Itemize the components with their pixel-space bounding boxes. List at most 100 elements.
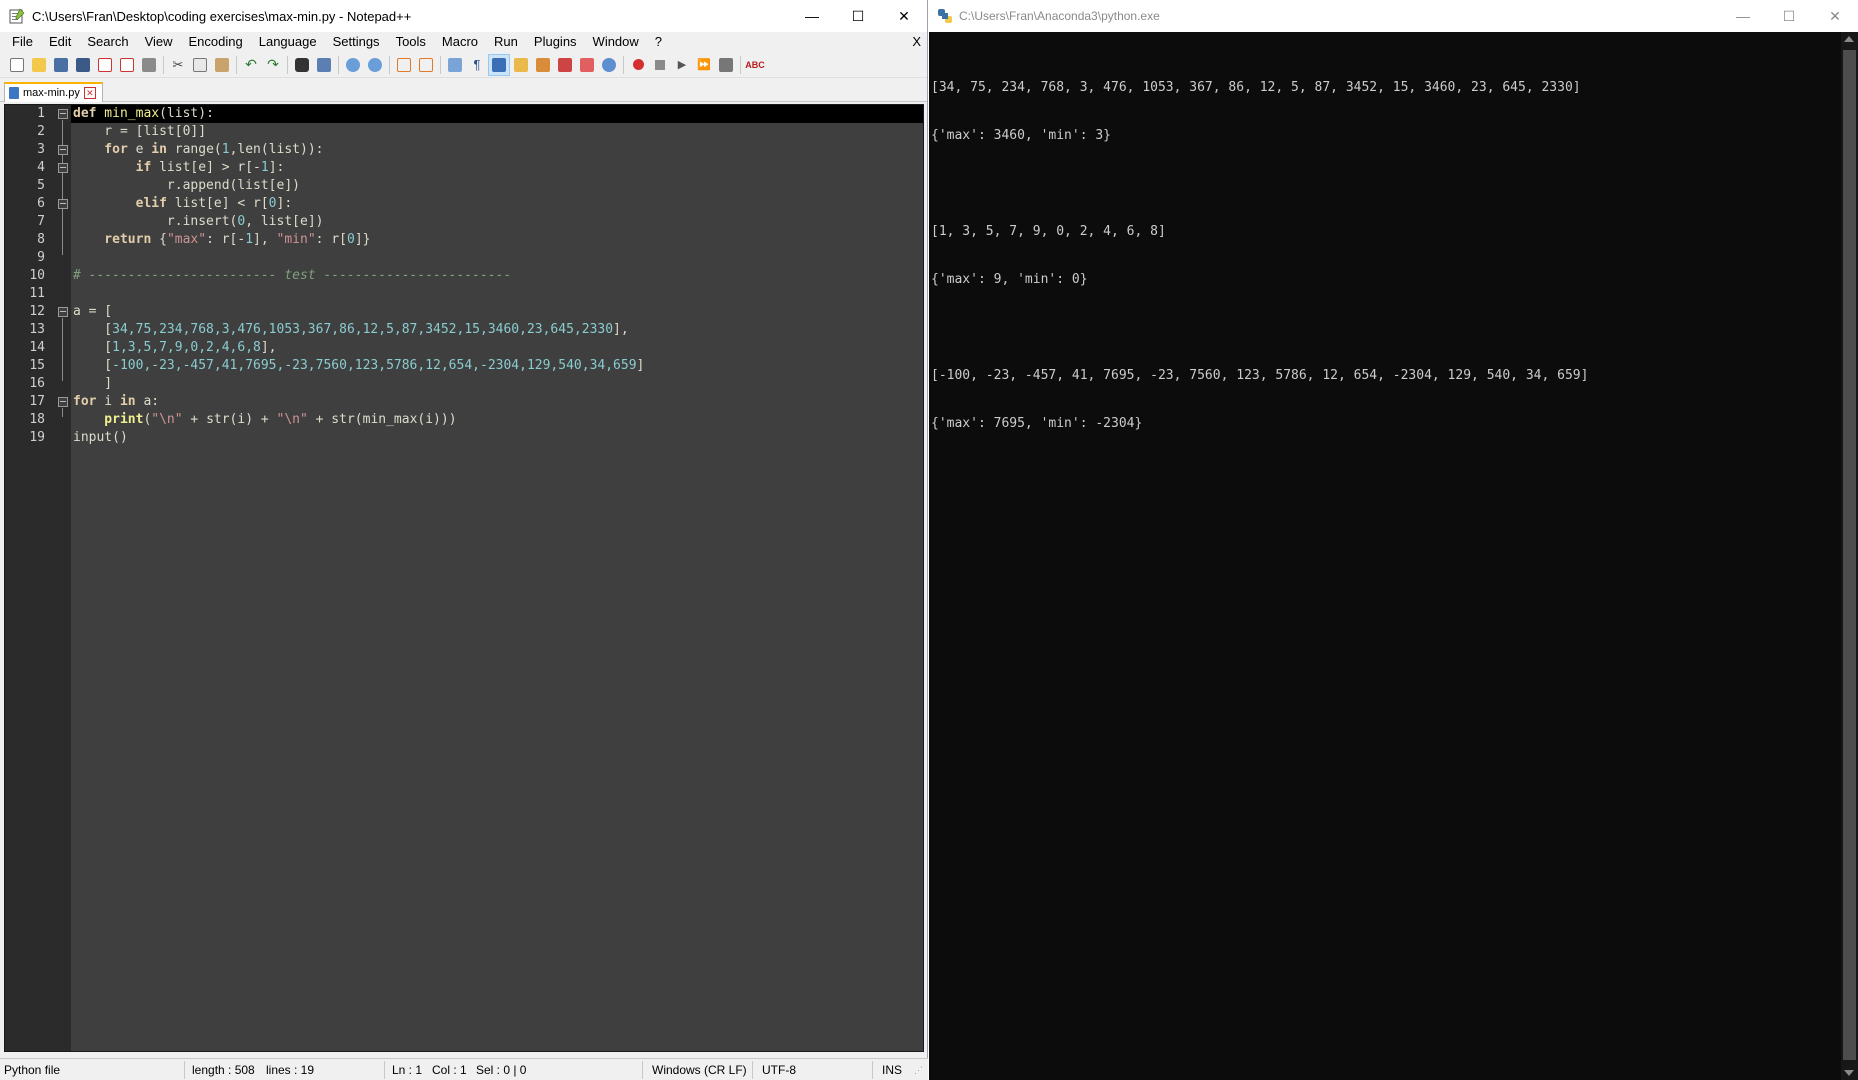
find-icon[interactable] — [291, 54, 313, 76]
file-icon — [9, 87, 19, 99]
menu-run[interactable]: Run — [486, 32, 526, 52]
zoom-out-icon[interactable] — [364, 54, 386, 76]
notepad-title-bar[interactable]: C:\Users\Fran\Desktop\coding exercises\m… — [0, 0, 927, 32]
close-all-icon[interactable] — [116, 54, 138, 76]
code-line: [34,75,234,768,3,476,1053,367,86,12,5,87… — [73, 322, 629, 337]
save-icon[interactable] — [50, 54, 72, 76]
code-line: r = [list[0]] — [73, 124, 207, 139]
console-title: C:\Users\Fran\Anaconda3\python.exe — [959, 9, 1160, 23]
resize-grip-icon[interactable]: ⋰ — [914, 1065, 923, 1076]
redo-icon[interactable]: ↷ — [262, 54, 284, 76]
menu-help[interactable]: ? — [647, 32, 670, 52]
document-map-icon[interactable] — [532, 54, 554, 76]
console-minimize-button[interactable]: — — [1720, 0, 1766, 32]
menu-search[interactable]: Search — [79, 32, 136, 52]
sync-horizontal-icon[interactable] — [415, 54, 437, 76]
menu-macro[interactable]: Macro — [434, 32, 486, 52]
menu-view[interactable]: View — [137, 32, 181, 52]
new-file-icon[interactable] — [6, 54, 28, 76]
undo-icon[interactable]: ↶ — [240, 54, 262, 76]
menu-file[interactable]: File — [4, 32, 41, 52]
line-number: 7 — [37, 214, 45, 229]
code-line: for i in a: — [73, 394, 160, 409]
line-number: 1 — [37, 106, 45, 121]
notepad-app-icon — [8, 7, 26, 25]
open-file-icon[interactable] — [28, 54, 50, 76]
fold-toggle-icon[interactable] — [58, 145, 68, 155]
console-line: [34, 75, 234, 768, 3, 476, 1053, 367, 86… — [931, 80, 1581, 95]
line-number: 10 — [29, 268, 45, 283]
status-insert-mode[interactable]: INS — [882, 1063, 902, 1077]
console-scrollbar[interactable] — [1841, 32, 1858, 1080]
fold-toggle-icon[interactable] — [58, 307, 68, 317]
menu-window[interactable]: Window — [585, 32, 647, 52]
cut-icon[interactable]: ✂ — [167, 54, 189, 76]
fold-toggle-icon[interactable] — [58, 199, 68, 209]
line-number: 18 — [29, 412, 45, 427]
scroll-up-icon[interactable] — [1844, 36, 1854, 42]
replace-icon[interactable] — [313, 54, 335, 76]
close-file-icon[interactable] — [94, 54, 116, 76]
indent-guide-icon[interactable] — [488, 53, 510, 76]
function-list-icon[interactable] — [554, 54, 576, 76]
run-macro-multiple-icon[interactable]: ⏩ — [693, 54, 715, 76]
line-number: 11 — [29, 286, 45, 301]
close-document-button[interactable]: X — [912, 32, 921, 52]
stop-recording-icon[interactable] — [649, 54, 671, 76]
user-language-icon[interactable] — [510, 54, 532, 76]
menu-language[interactable]: Language — [251, 32, 325, 52]
save-all-icon[interactable] — [72, 54, 94, 76]
code-editor[interactable]: 1 2 3 4 5 6 7 8 9 10 11 12 13 14 15 16 1… — [4, 104, 924, 1052]
console-maximize-button[interactable]: ☐ — [1766, 0, 1812, 32]
code-area[interactable]: def min_max(list): r = [list[0]] for e i… — [71, 105, 923, 1051]
console-title-bar[interactable]: C:\Users\Fran\Anaconda3\python.exe — ☐ ✕ — [929, 0, 1858, 32]
minimize-button[interactable]: — — [789, 0, 835, 32]
record-macro-icon[interactable] — [627, 54, 649, 76]
code-line: [1,3,5,7,9,0,2,4,6,8], — [73, 340, 277, 355]
code-line: input() — [73, 430, 128, 445]
tab-max-min-py[interactable]: max-min.py ✕ — [4, 82, 103, 102]
code-line: def min_max(list): — [73, 106, 214, 121]
menu-edit[interactable]: Edit — [41, 32, 79, 52]
spell-check-icon[interactable]: ABC — [744, 54, 766, 76]
sync-vertical-icon[interactable] — [393, 54, 415, 76]
code-line: a = [ — [73, 304, 113, 319]
menu-tools[interactable]: Tools — [388, 32, 434, 52]
word-wrap-icon[interactable] — [444, 54, 466, 76]
maximize-button[interactable]: ☐ — [835, 0, 881, 32]
code-line: ] — [73, 376, 113, 391]
paste-icon[interactable] — [211, 54, 233, 76]
fold-toggle-icon[interactable] — [58, 163, 68, 173]
zoom-in-icon[interactable] — [342, 54, 364, 76]
console-output: [34, 75, 234, 768, 3, 476, 1053, 367, 86… — [931, 48, 1838, 464]
console-line: [1, 3, 5, 7, 9, 0, 2, 4, 6, 8] — [931, 224, 1166, 239]
show-all-characters-icon[interactable]: ¶ — [466, 54, 488, 76]
menu-settings[interactable]: Settings — [325, 32, 388, 52]
play-macro-icon[interactable]: ▶ — [671, 54, 693, 76]
status-column: Col : 1 — [432, 1063, 467, 1077]
save-macro-icon[interactable] — [715, 54, 737, 76]
fold-toggle-icon[interactable] — [58, 109, 68, 119]
line-number: 14 — [29, 340, 45, 355]
print-icon[interactable] — [138, 54, 160, 76]
monitoring-icon[interactable] — [598, 54, 620, 76]
status-eol[interactable]: Windows (CR LF) — [652, 1063, 747, 1077]
code-line: if list[e] > r[-1]: — [73, 160, 285, 175]
line-number: 6 — [37, 196, 45, 211]
fold-toggle-icon[interactable] — [58, 397, 68, 407]
code-line: [-100,-23,-457,41,7695,-23,7560,123,5786… — [73, 358, 645, 373]
folder-as-workspace-icon[interactable] — [576, 54, 598, 76]
close-button[interactable]: ✕ — [881, 0, 927, 32]
console-close-button[interactable]: ✕ — [1812, 0, 1858, 32]
scroll-down-icon[interactable] — [1844, 1070, 1854, 1076]
window-title: C:\Users\Fran\Desktop\coding exercises\m… — [32, 8, 412, 24]
copy-icon[interactable] — [189, 54, 211, 76]
status-file-type: Python file — [4, 1063, 61, 1077]
tab-close-icon[interactable]: ✕ — [83, 87, 96, 99]
line-number: 16 — [29, 376, 45, 391]
menu-encoding[interactable]: Encoding — [181, 32, 251, 52]
status-encoding[interactable]: UTF-8 — [762, 1063, 796, 1077]
menu-plugins[interactable]: Plugins — [526, 32, 585, 52]
scrollbar-thumb[interactable] — [1843, 50, 1856, 1060]
